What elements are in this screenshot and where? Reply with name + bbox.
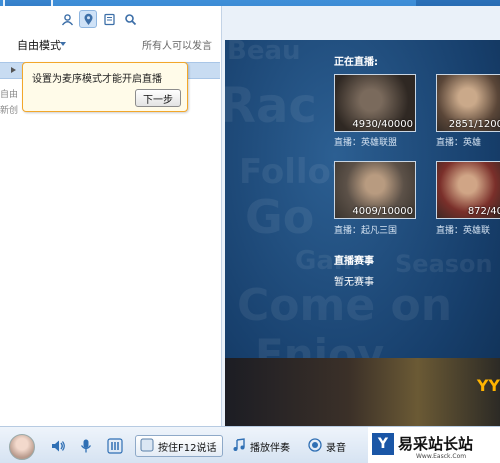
play-accompaniment-button[interactable]: 播放伴奏	[232, 435, 290, 457]
watermark-logo: Y	[372, 433, 394, 455]
mode-label[interactable]: 自由模式	[17, 37, 61, 53]
live-thumbnail[interactable]: 4930/40000	[334, 74, 416, 132]
live-section-title: 正在直播:	[334, 57, 378, 68]
tooltip-text: 设置为麦序模式才能开启直播	[32, 74, 162, 85]
push-to-talk-label: 按住F12说话	[158, 442, 217, 454]
bg-word: Beau	[227, 40, 301, 66]
live-thumbnail[interactable]: 4009/10000	[334, 161, 416, 219]
chevron-down-icon[interactable]	[60, 42, 66, 46]
bg-word: Rac	[225, 78, 317, 134]
banner-text: YY	[476, 376, 500, 395]
channel-panel: 自由模式 所有人可以发言 自由 新创 设置为麦序模式才能开启直播 下一步	[0, 6, 222, 426]
push-to-talk-button[interactable]: 按住F12说话	[135, 435, 224, 457]
viewer-count: 872/40	[467, 206, 500, 217]
push-to-talk-icon	[140, 438, 154, 455]
side-text-1: 自由	[0, 90, 19, 100]
music-note-icon	[232, 437, 246, 455]
live-thumbnail[interactable]: 872/40	[436, 161, 500, 219]
live-mode-tooltip: 设置为麦序模式才能开启直播 下一步	[22, 62, 188, 112]
watermark: Y 易采站长站 Www.Easck.Com	[368, 427, 500, 463]
live-caption[interactable]: 直播：英雄联盟	[334, 135, 397, 148]
viewer-count: 4930/40000	[352, 119, 413, 130]
events-section-title: 直播赛事	[334, 256, 374, 267]
channel-toolbar	[58, 10, 139, 28]
no-events-text: 暂无赛事	[334, 277, 374, 288]
record-button[interactable]: 录音	[308, 435, 346, 457]
mode-selector[interactable]: 自由模式 所有人可以发言	[0, 34, 222, 52]
side-text-2: 新创	[0, 106, 19, 116]
bottom-toolbar: 按住F12说话 播放伴奏 录音 Y 易采站长站 Www.Easck.Com	[0, 426, 500, 463]
live-panel: Beau Rac Follow Go Gam Season Come on En…	[225, 40, 500, 426]
search-icon[interactable]	[121, 10, 139, 28]
live-caption[interactable]: 直播：起凡三国	[334, 223, 397, 236]
microphone-icon[interactable]	[77, 437, 95, 455]
location-icon[interactable]	[79, 10, 97, 28]
bg-word: Season	[395, 250, 493, 278]
live-caption[interactable]: 直播：英雄联	[436, 223, 490, 236]
viewer-count: 2851/1200	[448, 119, 500, 130]
app-window: 自由模式 所有人可以发言 自由 新创 设置为麦序模式才能开启直播 下一步 Bea…	[0, 0, 500, 463]
record-label: 录音	[326, 442, 346, 454]
speaker-icon[interactable]	[49, 437, 67, 455]
expand-arrow-icon[interactable]	[11, 67, 16, 73]
watermark-url: Www.Easck.Com	[416, 453, 467, 460]
mixer-icon[interactable]	[106, 437, 124, 455]
play-accompaniment-label: 播放伴奏	[250, 442, 290, 454]
bg-word: Go	[245, 190, 315, 244]
notes-icon[interactable]	[100, 10, 118, 28]
speaking-permission-text: 所有人可以发言	[142, 41, 212, 52]
main-content: Beau Rac Follow Go Gam Season Come on En…	[222, 6, 500, 426]
watermark-name: 易采站长站	[398, 435, 474, 453]
next-step-button[interactable]: 下一步	[135, 89, 181, 107]
live-caption[interactable]: 直播：英雄	[436, 135, 481, 148]
record-icon	[308, 437, 322, 455]
viewer-count: 4009/10000	[352, 206, 413, 217]
promo-banner[interactable]: YY	[225, 358, 500, 426]
live-thumbnail[interactable]: 2851/1200	[436, 74, 500, 132]
avatar[interactable]	[9, 434, 35, 460]
user-icon[interactable]	[58, 10, 76, 28]
